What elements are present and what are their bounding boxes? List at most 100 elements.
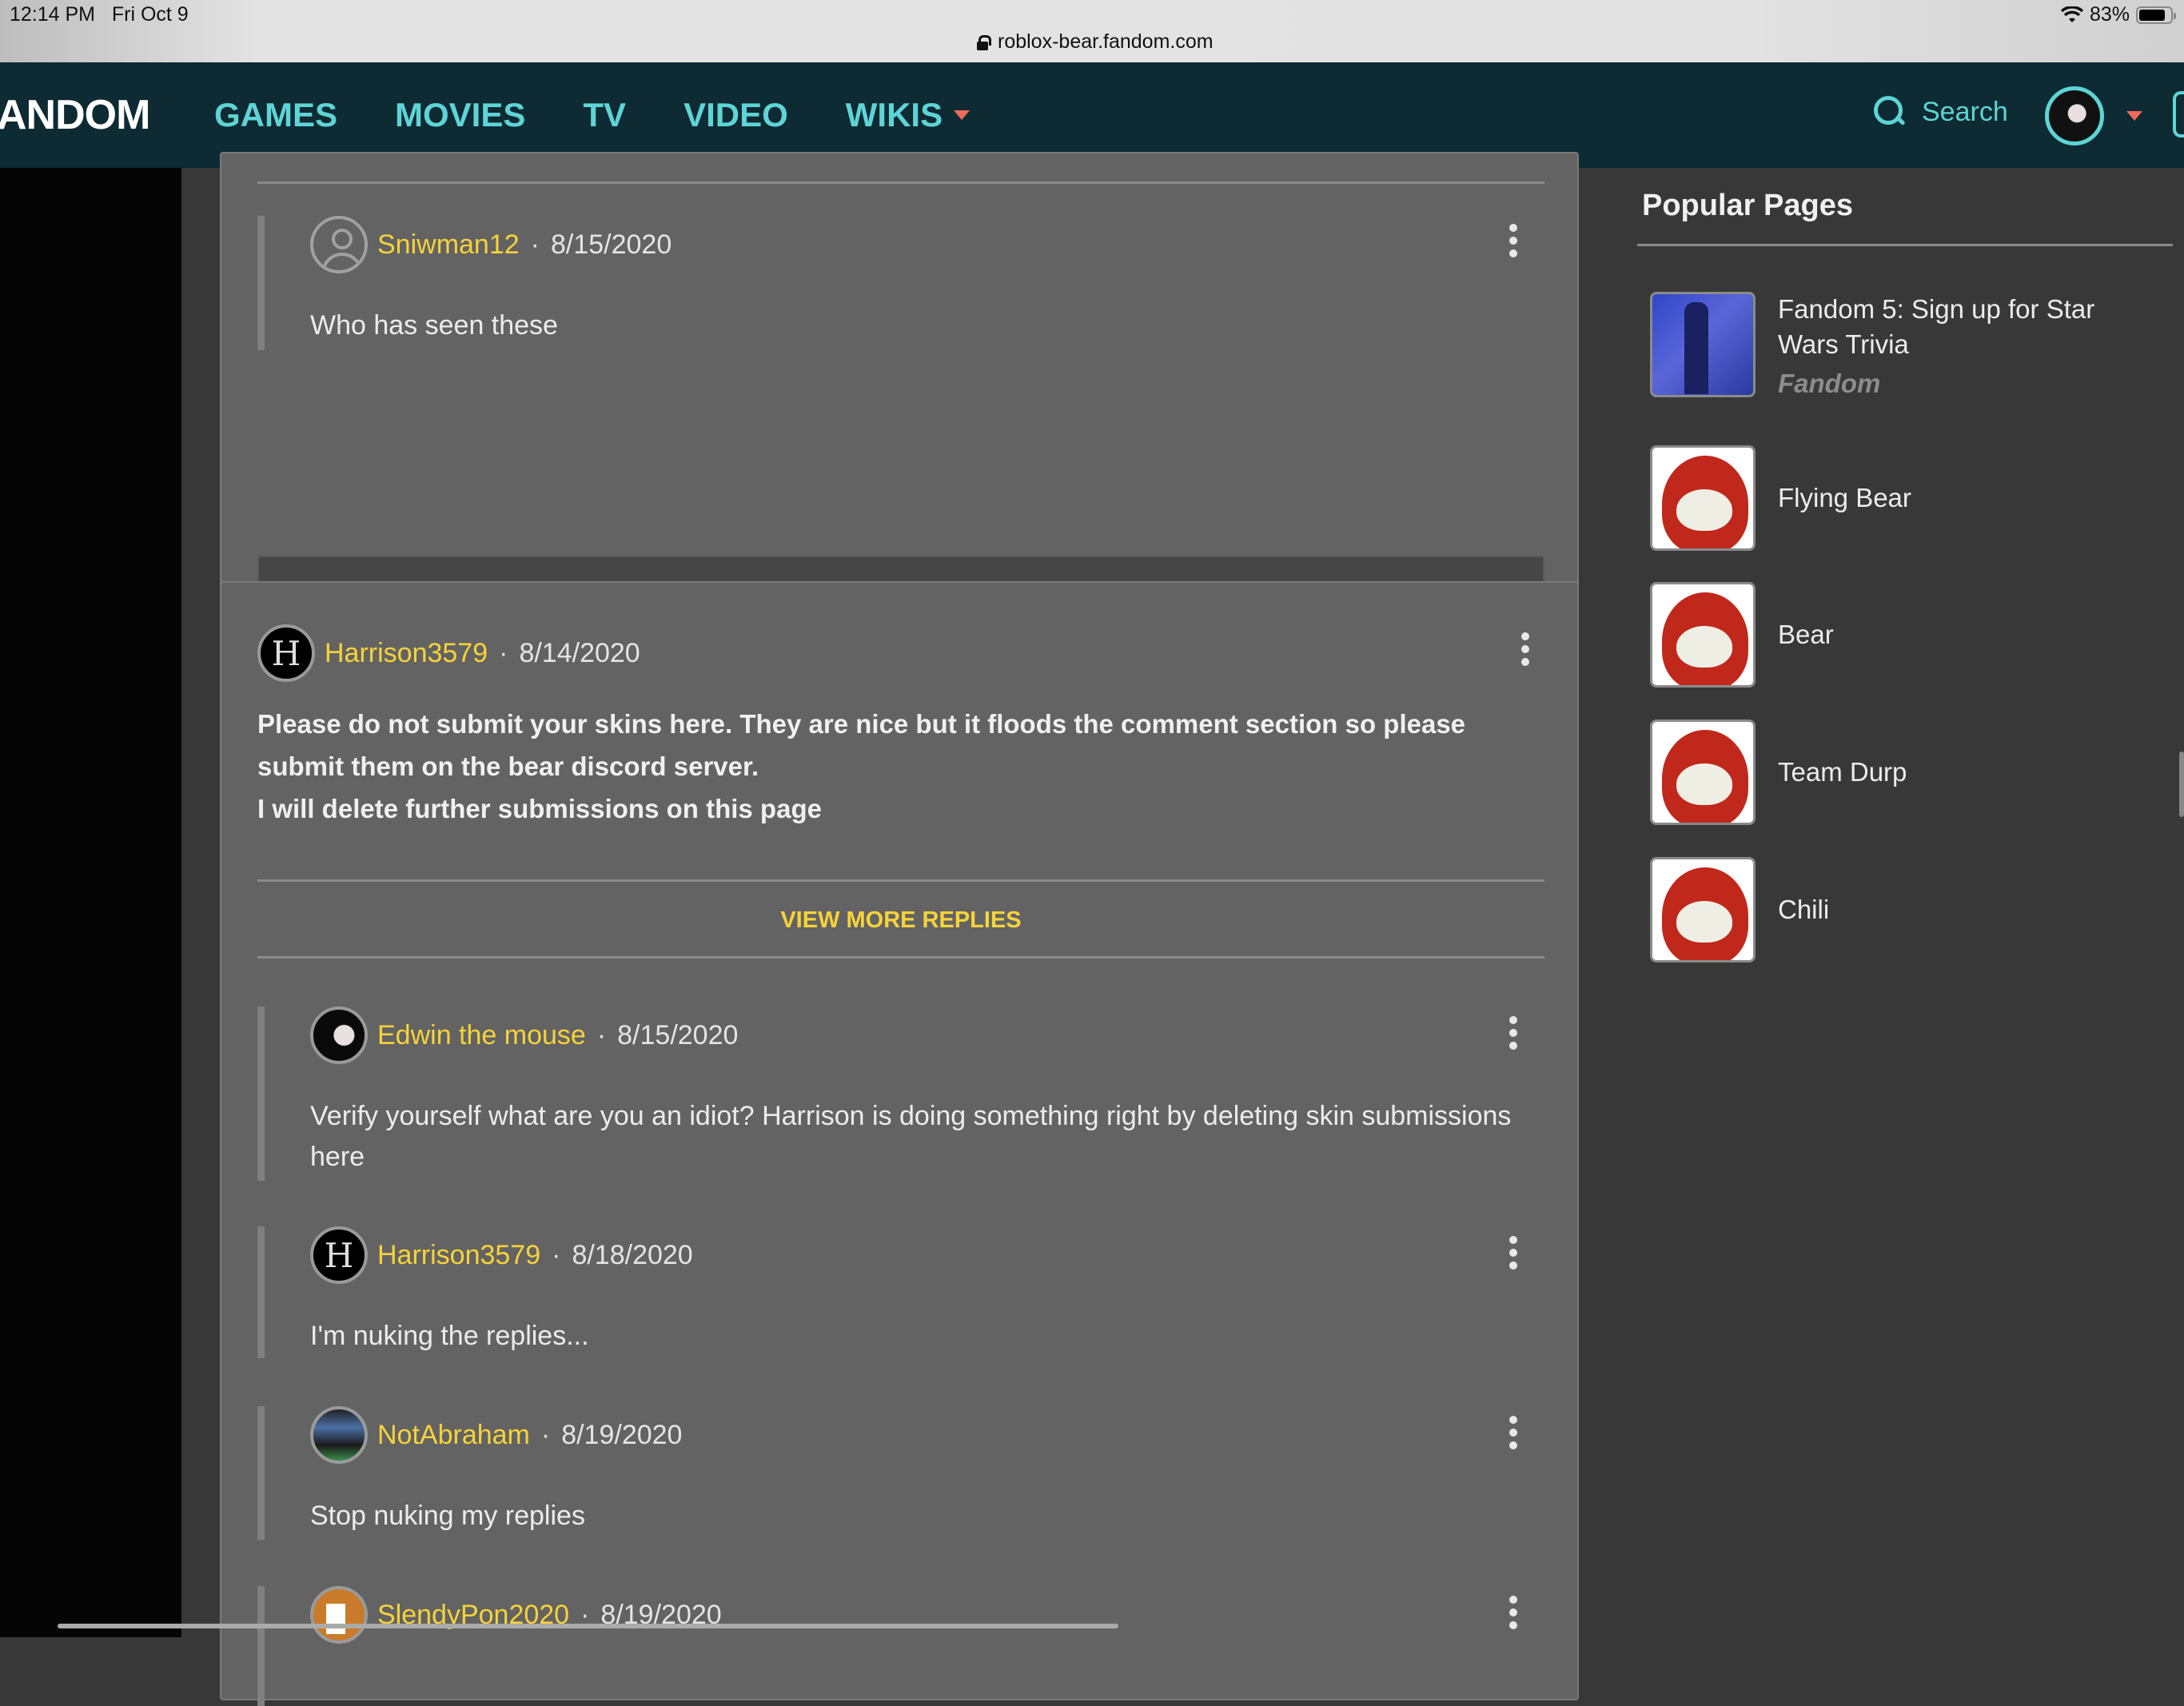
user-avatar[interactable] — [310, 1406, 368, 1464]
nav-link-label: GAMES — [214, 96, 338, 134]
left-rail — [0, 168, 181, 1637]
popular-page-title[interactable]: Flying Bear — [1778, 480, 2146, 516]
popular-page-title[interactable]: Team Durp — [1778, 755, 2146, 790]
comment-header: Edwin the mouse · 8/15/2020 — [310, 1006, 738, 1064]
user-avatar[interactable]: H — [310, 1226, 368, 1284]
popular-page-title[interactable]: Bear — [1778, 617, 2146, 652]
user-avatar[interactable] — [310, 1586, 368, 1644]
comment-date: 8/15/2020 — [550, 229, 672, 260]
nav-link-label: WIKIS — [845, 96, 943, 134]
lock-icon — [977, 34, 991, 50]
username-link[interactable]: NotAbraham — [377, 1420, 530, 1451]
status-indicators: 83% — [2060, 3, 2176, 26]
fandom-logo[interactable]: ANDOM — [0, 91, 150, 139]
address-bar[interactable]: roblox-bear.fandom.com — [977, 30, 1214, 54]
chevron-down-icon — [954, 110, 970, 120]
date-text: Fri Oct 9 — [111, 3, 189, 26]
more-options-icon[interactable] — [1521, 632, 1529, 666]
comment-line: submit them on the bear discord server. — [257, 751, 759, 781]
page-thumbnail — [1650, 292, 1756, 397]
nav-link-label: MOVIES — [395, 96, 526, 134]
username-link[interactable]: Sniwman12 — [377, 229, 520, 261]
battery-percent: 83% — [2089, 3, 2130, 26]
comment-line: I will delete further submissions on thi… — [257, 794, 822, 823]
search-icon — [1874, 96, 1904, 128]
page-gutter — [181, 168, 220, 1637]
comments-section: Sniwman12 · 8/15/2020 Who has seen these… — [220, 152, 1580, 1706]
comment-header: NotAbraham · 8/19/2020 — [310, 1406, 682, 1464]
page-thumbnail — [1650, 445, 1756, 551]
popular-page-item[interactable]: Fandom 5: Sign up for Star Wars Trivia F… — [1650, 292, 2146, 399]
page-thumbnail — [1650, 857, 1756, 963]
page-thumbnail — [1650, 719, 1756, 825]
more-options-icon[interactable] — [1509, 1596, 1517, 1629]
page-thumbnail — [1650, 582, 1756, 688]
popular-page-source: Fandom — [1778, 369, 1881, 398]
separator: · — [552, 1239, 561, 1270]
comment-header: SlendyPon2020 · 8/19/2020 — [310, 1586, 722, 1644]
chevron-down-icon — [2126, 111, 2142, 121]
more-options-icon[interactable] — [1509, 1236, 1517, 1270]
user-avatar[interactable]: H — [257, 624, 315, 682]
separator: · — [499, 637, 508, 668]
more-options-icon[interactable] — [1509, 1016, 1517, 1050]
divider — [257, 956, 1544, 959]
reply: Sniwman12 · 8/15/2020 Who has seen these — [257, 216, 1544, 350]
battery-icon — [2136, 6, 2176, 24]
user-avatar[interactable] — [310, 1006, 368, 1064]
wifi-icon — [2060, 6, 2083, 22]
status-time: 12:14 PM Fri Oct 9 — [10, 3, 189, 26]
popular-page-item[interactable]: Team Durp — [1650, 719, 2146, 825]
notifications-icon[interactable] — [2173, 91, 2184, 138]
popular-page-title[interactable]: Chili — [1778, 892, 2146, 927]
nav-link-tv[interactable]: TV — [583, 96, 626, 134]
popular-page-item[interactable]: Flying Bear — [1650, 445, 2146, 551]
reply: Edwin the mouse · 8/15/2020 Verify yours… — [257, 1006, 1544, 1181]
default-avatar-icon[interactable] — [310, 216, 368, 273]
username-link[interactable]: Harrison3579 — [325, 638, 488, 669]
separator: · — [596, 1019, 607, 1050]
username-link[interactable]: Edwin the mouse — [377, 1020, 586, 1051]
search-label: Search — [1922, 96, 2008, 127]
time-text: 12:14 PM — [10, 3, 96, 26]
comment-text: Verify yourself what are you an idiot? H… — [310, 1101, 1512, 1172]
reply-indent-bar — [257, 1586, 265, 1706]
divider — [257, 181, 1544, 184]
comment-header: H Harrison3579 · 8/18/2020 — [310, 1226, 693, 1284]
vertical-scrollbar[interactable] — [2179, 751, 2184, 817]
separator: · — [530, 229, 540, 260]
popular-pages-sidebar: Popular Pages Fandom 5: Sign up for Star… — [1623, 168, 2184, 1637]
reply-indent-bar — [257, 1406, 265, 1540]
comment-header: H Harrison3579 · 8/14/2020 — [257, 624, 640, 682]
horizontal-scrollbar[interactable] — [58, 1624, 1118, 1628]
nav-link-games[interactable]: GAMES — [214, 96, 337, 134]
comment-date: 8/14/2020 — [519, 637, 640, 668]
nav-links: GAMES MOVIES TV VIDEO WIKIS — [214, 96, 970, 134]
nav-link-video[interactable]: VIDEO — [683, 96, 788, 134]
reply: H Harrison3579 · 8/18/2020 I'm nuking th… — [257, 1226, 1544, 1358]
search-button[interactable]: Search — [1874, 96, 2008, 128]
popular-page-item[interactable]: Bear — [1650, 582, 2146, 688]
nav-link-wikis[interactable]: WIKIS — [846, 96, 970, 134]
more-options-icon[interactable] — [1509, 1416, 1517, 1449]
divider — [1637, 244, 2173, 246]
popular-page-item[interactable]: Chili — [1650, 857, 2146, 963]
view-more-replies-button[interactable]: VIEW MORE REPLIES — [221, 907, 1580, 934]
comment-header: Sniwman12 · 8/15/2020 — [310, 216, 672, 273]
popular-page-title[interactable]: Fandom 5: Sign up for Star Wars Trivia — [1778, 292, 2146, 362]
reply-indent-bar — [257, 1006, 265, 1181]
nav-link-label: TV — [583, 96, 627, 134]
user-avatar[interactable] — [2045, 86, 2104, 145]
comment-text: Who has seen these — [310, 310, 558, 341]
separator: · — [540, 1419, 551, 1450]
comment-date: 8/19/2020 — [561, 1419, 683, 1450]
reply-indent-bar — [257, 1226, 265, 1358]
nav-link-movies[interactable]: MOVIES — [395, 96, 525, 134]
user-menu[interactable] — [2045, 86, 2142, 145]
divider — [257, 879, 1544, 882]
username-link[interactable]: Harrison3579 — [377, 1240, 540, 1271]
comment-date: 8/15/2020 — [617, 1019, 739, 1050]
nav-link-label: VIDEO — [683, 96, 788, 134]
comment-text: Stop nuking my replies — [310, 1501, 585, 1531]
more-options-icon[interactable] — [1509, 224, 1517, 257]
